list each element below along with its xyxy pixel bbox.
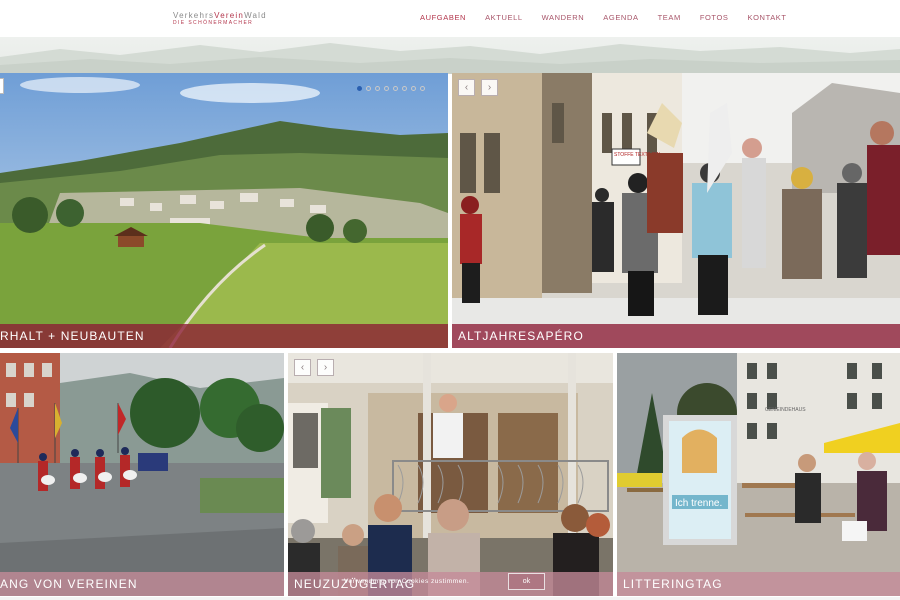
tile-erhalt-neubauten[interactable]: RHALT + NEUBAUTEN [0, 73, 448, 348]
tile-caption: LITTERINGTAG [623, 577, 723, 591]
mountain-banner [0, 37, 900, 74]
tile-altjahresapero[interactable]: STOFFE TEXTILIEN ‹ › ALTJAHRESAPÉRO [452, 73, 900, 348]
tile-neuzuzuegertag[interactable]: ‹ › NEUZUZÜGERTAG [288, 353, 613, 596]
tile-caption: ALTJAHRESAPÉRO [458, 329, 584, 343]
village-landscape-image [0, 73, 448, 348]
tile-litteringtag[interactable]: GEMEINDEHAUS Ich trenne. LITTERINGTAG [617, 353, 900, 596]
cookie-notice-text: Verwendung von Cookies zustimmen. [344, 578, 470, 585]
mountain-silhouette-image [0, 43, 900, 74]
nav-agenda[interactable]: AGENDA [603, 13, 638, 23]
logo-part-wald: Wald [244, 11, 267, 20]
tile-caption-bar: ANG VON VEREINEN [0, 572, 284, 596]
slider-dot-4[interactable] [384, 86, 389, 91]
logo-wordmark: VerkehrsVereinWald [173, 11, 267, 20]
slider-dots [357, 86, 429, 91]
nav-wandern[interactable]: WANDERN [542, 13, 585, 23]
nav-aufgaben[interactable]: AUFGABEN [420, 13, 466, 23]
poster-text: Ich trenne. [675, 498, 722, 509]
building-sign-text: GEMEINDEHAUS [765, 407, 806, 413]
tile-caption: ANG VON VEREINEN [0, 577, 138, 591]
tile-caption: RHALT + NEUBAUTEN [0, 329, 145, 343]
tile-empfang-von-vereinen[interactable]: ANG VON VEREINEN [0, 353, 284, 596]
prev-arrow-icon[interactable]: ‹ [458, 79, 475, 96]
slider-arrows: ‹ › [458, 79, 504, 96]
new-year-parade-image: STOFFE TEXTILIEN [452, 73, 900, 348]
litter-day-stand-image: GEMEINDEHAUS Ich trenne. [617, 353, 900, 596]
site-logo[interactable]: VerkehrsVereinWald DIE SCHÖNERMACHER [173, 11, 267, 26]
slider-dot-2[interactable] [366, 86, 371, 91]
tile-caption-bar: ALTJAHRESAPÉRO [452, 324, 900, 348]
marching-band-image [0, 353, 284, 596]
site-header: VerkehrsVereinWald DIE SCHÖNERMACHER AUF… [0, 0, 900, 37]
nav-fotos[interactable]: FOTOS [700, 13, 729, 23]
slider-dot-1[interactable] [357, 86, 362, 91]
logo-subtitle: DIE SCHÖNERMACHER [173, 20, 254, 26]
slider-dot-5[interactable] [393, 86, 398, 91]
main-nav: AUFGABEN AKTUELL WANDERN AGENDA TEAM FOT… [420, 13, 806, 23]
slider-dot-3[interactable] [375, 86, 380, 91]
nav-team[interactable]: TEAM [658, 13, 681, 23]
prev-arrow-icon[interactable]: ‹ [294, 359, 311, 376]
left-slider-handle[interactable] [0, 78, 4, 94]
cookie-ok-button[interactable]: ok [508, 573, 545, 590]
next-arrow-icon[interactable]: › [317, 359, 334, 376]
page: VerkehrsVereinWald DIE SCHÖNERMACHER AUF… [0, 0, 900, 600]
house-balcony-image [288, 353, 613, 596]
next-arrow-icon[interactable]: › [481, 79, 498, 96]
slider-dot-6[interactable] [402, 86, 407, 91]
slider-dot-7[interactable] [411, 86, 416, 91]
logo-part-verein: Verein [214, 11, 245, 20]
tile-caption-bar: LITTERINGTAG [617, 572, 900, 596]
slider-arrows: ‹ › [294, 359, 340, 376]
slider-dot-8[interactable] [420, 86, 425, 91]
nav-kontakt[interactable]: KONTAKT [748, 13, 787, 23]
nav-aktuell[interactable]: AKTUELL [485, 13, 523, 23]
tile-caption-bar: RHALT + NEUBAUTEN [0, 324, 448, 348]
logo-part-verkehrs: Verkehrs [173, 11, 215, 20]
